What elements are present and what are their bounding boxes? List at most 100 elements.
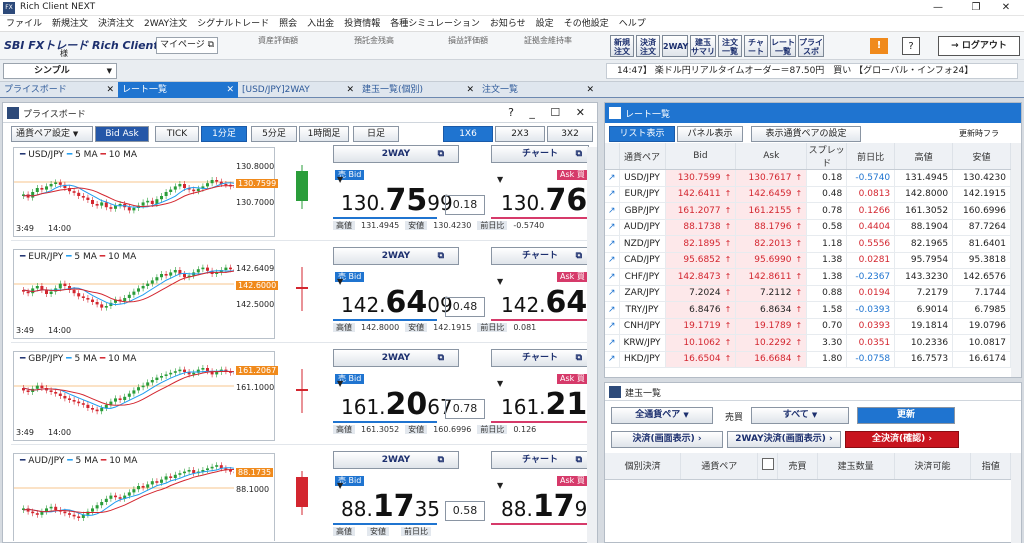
rate-row[interactable]: ↗ ZAR/JPY 7.2024 ↑ 7.2112 ↑ 0.88 0.0194 7.… — [605, 285, 1011, 302]
settle-order-tool-button[interactable]: 決済 注文 — [636, 35, 660, 57]
chart-icon[interactable]: ↗ — [605, 186, 620, 203]
select-all-checkbox[interactable] — [757, 453, 779, 480]
close-button[interactable]: ✕ — [984, 0, 1024, 16]
rate-row[interactable]: ↗ HKD/JPY 16.6504 ↑ 16.6684 ↑ 1.80 -0.0758… — [605, 351, 1011, 368]
pair-display-setting-button[interactable]: 表示通貨ペアの設定 — [751, 126, 861, 142]
chart-icon[interactable]: ↗ — [605, 235, 620, 253]
chart-tool-button[interactable]: チャ ート — [744, 35, 768, 57]
rate-row[interactable]: ↗ TRY/JPY 6.8476 ↑ 6.8634 ↑ 1.58 -0.0393 6… — [605, 301, 1011, 319]
2way-tool-button[interactable]: 2WAY — [662, 35, 688, 57]
rate-row[interactable]: ↗ CNH/JPY 19.1719 ↑ 19.1789 ↑ 0.70 0.0393 … — [605, 318, 1011, 335]
bid-price[interactable]: 142.6409 — [341, 285, 453, 320]
chart-icon[interactable]: ↗ — [605, 219, 620, 236]
menu-file[interactable]: ファイル — [6, 16, 42, 32]
rate-row[interactable]: ↗ NZD/JPY 82.1895 ↑ 82.2013 ↑ 1.18 0.5556 … — [605, 235, 1011, 253]
menu-settle-order[interactable]: 決済注文 — [98, 16, 134, 32]
menu-simulation[interactable]: 各種シミュレーション — [390, 16, 480, 32]
layout-2x3[interactable]: 2X3 — [495, 126, 545, 142]
scrollbar[interactable] — [1011, 143, 1021, 377]
update-button[interactable]: 更新 — [857, 407, 955, 424]
bid-price[interactable]: 130.7599 — [341, 183, 453, 218]
col-change[interactable]: 前日比 — [846, 143, 896, 170]
ask-price[interactable]: 142.6457 — [501, 285, 589, 320]
rate-row[interactable]: ↗ CHF/JPY 142.8473 ↑ 142.8611 ↑ 1.38 -0.23… — [605, 268, 1011, 286]
period-1min[interactable]: 1分足 — [201, 126, 247, 142]
price-board-tool-button[interactable]: プライ スボ — [798, 35, 824, 57]
rate-row[interactable]: ↗ AUD/JPY 88.1738 ↑ 88.1796 ↑ 0.58 0.4404 … — [605, 219, 1011, 236]
mini-chart[interactable]: ━ AUD/JPY ━ 5 MA ━ 10 MA 88.1735 88.1000 — [13, 453, 275, 541]
menu-deposit[interactable]: 入出金 — [307, 16, 334, 32]
layout-1x6[interactable]: 1X6 — [443, 126, 493, 142]
col-spread[interactable]: スプレッド — [806, 143, 848, 170]
warning-icon[interactable]: ! — [870, 38, 888, 54]
rate-list-tool-button[interactable]: レート 一覧 — [770, 35, 796, 57]
col-individual-settle[interactable]: 個別決済 — [605, 453, 682, 480]
chart-button[interactable]: チャート ⧉ — [491, 145, 589, 163]
logout-button[interactable]: → ログアウト — [938, 36, 1020, 56]
mini-chart[interactable]: ━ USD/JPY ━ 5 MA ━ 10 MA 130.8000 130.759… — [13, 147, 279, 237]
chart-icon[interactable]: ↗ — [605, 202, 620, 220]
2way-button[interactable]: 2WAY ⧉ — [333, 145, 459, 163]
chart-icon[interactable]: ↗ — [605, 169, 620, 187]
chart-icon[interactable]: ↗ — [605, 252, 620, 269]
period-daily[interactable]: 日足 — [353, 126, 399, 142]
mypage-button[interactable]: マイページ ⧉ — [156, 37, 218, 54]
rate-row[interactable]: ↗ USD/JPY 130.7599 ↑ 130.7617 ↑ 0.18 -0.57… — [605, 169, 1011, 187]
position-summary-tool-button[interactable]: 建玉 サマリ — [690, 35, 716, 57]
chart-icon[interactable]: ↗ — [605, 351, 620, 368]
bid-ask-toggle[interactable]: Bid Ask — [95, 126, 149, 142]
menu-notice[interactable]: お知らせ — [490, 16, 526, 32]
2way-button[interactable]: 2WAY ⧉ — [333, 349, 459, 367]
new-order-tool-button[interactable]: 新規 注文 — [610, 35, 634, 57]
menu-signal-trade[interactable]: シグナルトレード — [197, 16, 269, 32]
col-side[interactable]: 売買 — [777, 453, 818, 480]
scrollbar[interactable] — [1011, 453, 1021, 543]
col-ask[interactable]: Ask — [735, 143, 808, 170]
panel-view-tab[interactable]: パネル表示 — [677, 126, 743, 142]
chart-button[interactable]: チャート ⧉ — [491, 451, 589, 469]
period-tick[interactable]: TICK — [155, 126, 199, 142]
news-ticker[interactable]: 14:47】 楽ドル円リアルタイムオーダー＝87.50円 買い 【グローバル・イ… — [606, 63, 1018, 79]
col-pair[interactable]: 通貨ペア — [619, 143, 666, 170]
chart-button[interactable]: チャート ⧉ — [491, 349, 589, 367]
ask-price[interactable]: 88.1793 — [501, 489, 589, 524]
layout-3x2[interactable]: 3X2 — [547, 126, 593, 142]
mini-chart[interactable]: ━ GBP/JPY ━ 5 MA ━ 10 MA 161.2067 161.100… — [13, 351, 279, 441]
side-filter-select[interactable]: すべて ▼ — [751, 407, 849, 424]
rate-row[interactable]: ↗ EUR/JPY 142.6411 ↑ 142.6459 ↑ 0.48 0.081… — [605, 186, 1011, 203]
menu-settings[interactable]: 設定 — [536, 16, 554, 32]
scrollbar[interactable] — [587, 147, 597, 543]
all-settle-button[interactable]: 全決済(確認) › — [845, 431, 959, 448]
ask-price[interactable]: 161.2145 — [501, 387, 589, 422]
menu-2way-order[interactable]: 2WAY注文 — [144, 16, 187, 32]
2way-settle-button[interactable]: 2WAY決済(画面表示) › — [727, 431, 841, 448]
chart-button[interactable]: チャート ⧉ — [491, 247, 589, 265]
rate-row[interactable]: ↗ CAD/JPY 95.6852 ↑ 95.6990 ↑ 1.38 0.0281 … — [605, 252, 1011, 269]
tab-rate-list[interactable]: レート一覧 ✕ — [118, 82, 238, 98]
rate-row[interactable]: ↗ GBP/JPY 161.2077 ↑ 161.2155 ↑ 0.78 0.126… — [605, 202, 1011, 220]
window-controls[interactable]: ? _ ☐ ✕ — [508, 106, 591, 119]
bid-price[interactable]: 161.2067 — [341, 387, 453, 422]
col-low[interactable]: 安値 — [952, 143, 1011, 170]
chart-icon[interactable]: ↗ — [605, 334, 620, 352]
period-1hour[interactable]: 1時間足 — [299, 126, 349, 142]
tab-price-board[interactable]: プライスボード ✕ — [0, 82, 118, 98]
settle-screen-button[interactable]: 決済(画面表示) › — [611, 431, 723, 448]
menu-other-settings[interactable]: その他設定 — [564, 16, 609, 32]
rate-row[interactable]: ↗ KRW/JPY 10.1062 ↑ 10.2292 ↑ 3.30 0.0351 … — [605, 334, 1011, 352]
bid-price[interactable]: 88.1735 — [341, 489, 440, 524]
menu-help[interactable]: ヘルプ — [619, 16, 646, 32]
col-limit[interactable]: 指値 — [970, 453, 1011, 480]
pair-filter-select[interactable]: 全通貨ペア ▼ — [611, 407, 713, 424]
layout-select[interactable]: シンプル ▼ — [3, 63, 117, 79]
tab-position-list[interactable]: 建玉一覧(個別) ✕ — [358, 82, 478, 98]
chart-icon[interactable]: ↗ — [605, 301, 620, 319]
order-list-tool-button[interactable]: 注文 一覧 — [718, 35, 742, 57]
col-high[interactable]: 高値 — [894, 143, 954, 170]
pair-setting-button[interactable]: 通貨ペア設定 ▼ — [11, 126, 93, 142]
menu-inquiry[interactable]: 照会 — [279, 16, 297, 32]
tab-order-list[interactable]: 注文一覧 ✕ — [478, 82, 598, 98]
2way-button[interactable]: 2WAY ⧉ — [333, 451, 459, 469]
mini-chart[interactable]: ━ EUR/JPY ━ 5 MA ━ 10 MA 142.6409 142.600… — [13, 249, 279, 339]
col-pair[interactable]: 通貨ペア — [680, 453, 759, 480]
